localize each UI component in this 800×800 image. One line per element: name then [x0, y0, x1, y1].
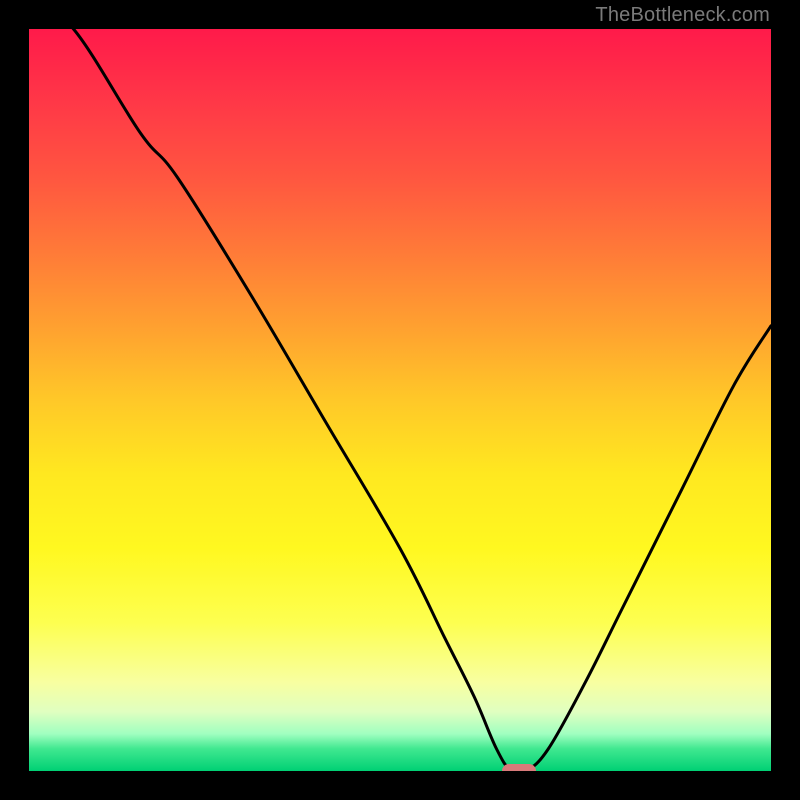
watermark-text: TheBottleneck.com [595, 4, 770, 27]
chart-container: TheBottleneck.com [0, 0, 800, 800]
optimal-point-marker [502, 764, 536, 771]
plot-area [29, 29, 771, 771]
bottleneck-curve [29, 29, 771, 771]
